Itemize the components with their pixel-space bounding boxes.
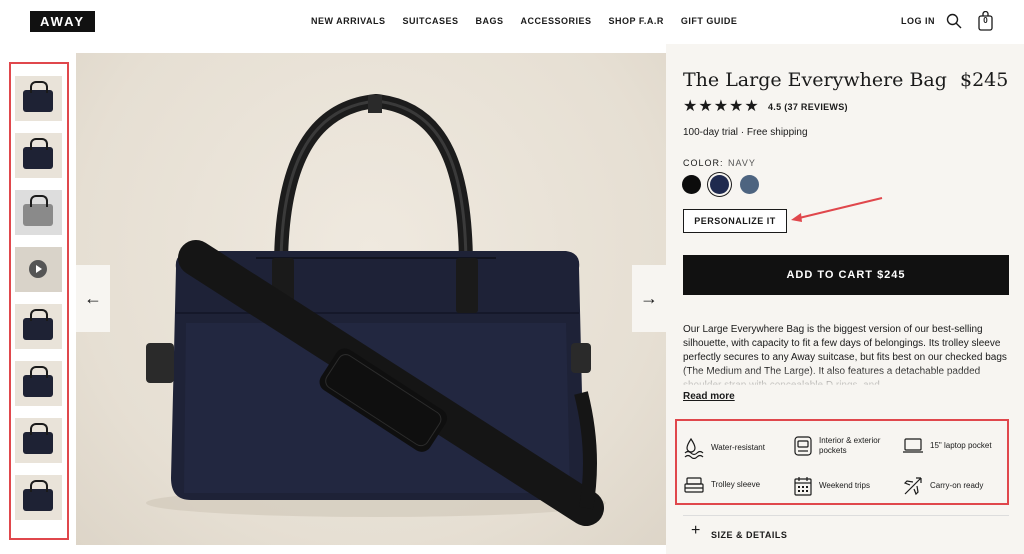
trial-shipping-text: 100-day trial · Free shipping [683,127,808,138]
size-details-label: SIZE & DETAILS [711,530,788,540]
site-header: AWAY NEW ARRIVALS SUITCASES BAGS ACCESSO… [0,0,1024,44]
color-value: NAVY [728,158,756,168]
thumbnail-on-suitcase[interactable] [15,361,62,406]
feature-label: 15" laptop pocket [930,441,992,450]
search-icon[interactable] [946,13,962,29]
bag-image [23,195,53,226]
calendar-icon [794,477,812,496]
color-label: COLOR: [683,158,724,168]
star-icon: ★ [729,98,744,115]
reviews-link[interactable]: 4.5 (37 REVIEWS) [768,102,848,112]
feature-carry-on: Carry-on ready [902,475,1010,497]
thumbnail-navy-front[interactable] [15,76,62,121]
plus-icon: + [691,522,701,539]
play-icon [29,260,47,278]
nav-gift-guide[interactable]: GIFT GUIDE [681,16,738,26]
feature-label: Carry-on ready [930,481,984,490]
read-more-link[interactable]: Read more [683,391,735,402]
feature-label: Water-resistant [711,443,765,452]
star-icon: ★ [698,98,713,115]
bag-image [23,309,53,340]
thumbnail-strap[interactable] [15,418,62,463]
rating-stars[interactable]: ★ ★ ★ ★ ★ [683,99,759,115]
pockets-icon [794,436,812,456]
swatch-slate[interactable] [740,175,759,194]
nav-accessories[interactable]: ACCESSORIES [521,16,592,26]
airplane-icon [903,477,922,496]
trolley-sleeve-icon [684,477,704,493]
thumbnail-lifestyle[interactable] [15,475,62,520]
arrow-right-icon: → [640,288,658,308]
laptop-icon [903,438,923,453]
nav-bags[interactable]: BAGS [476,16,504,26]
main-nav: NEW ARRIVALS SUITCASES BAGS ACCESSORIES … [311,16,754,26]
feature-label: Interior & exterior pockets [819,436,881,455]
next-image-button[interactable]: → [632,265,666,332]
annotation-arrow-icon [791,197,883,222]
thumbnail-interior[interactable] [15,190,62,235]
feature-laptop: 15" laptop pocket [902,437,1010,455]
swatch-black[interactable] [682,175,701,194]
arrow-left-icon: ← [84,288,102,308]
product-title: The Large Everywhere Bag [683,69,947,91]
product-price: $245 [960,69,1009,91]
bag-image [23,81,53,112]
cart-count: 0 [983,16,988,25]
feature-label: Weekend trips [819,481,870,490]
add-to-cart-button[interactable]: ADD TO CART $245 [683,255,1009,295]
bag-image [23,423,53,454]
features-box: Water-resistant Interior & exterior pock… [675,419,1009,505]
star-icon: ★ [683,98,698,115]
thumbnail-navy-angle[interactable] [15,133,62,178]
swatch-navy[interactable] [710,175,729,194]
feature-trolley-sleeve: Trolley sleeve [683,475,791,495]
feature-water-resistant: Water-resistant [683,437,791,459]
thumbnail-video[interactable] [15,247,62,292]
bag-image [23,366,53,397]
feature-label: Trolley sleeve [711,480,761,489]
water-drop-icon [684,437,704,459]
bag-illustration [146,93,606,526]
nav-new-arrivals[interactable]: NEW ARRIVALS [311,16,386,26]
login-link[interactable]: LOG IN [901,16,935,26]
thumbnail-rail [9,62,69,540]
bag-image [23,138,53,169]
personalize-button[interactable]: PERSONALIZE IT [683,209,787,233]
nav-suitcases[interactable]: SUITCASES [403,16,459,26]
prev-image-button[interactable]: ← [76,265,110,332]
description-fade [683,368,1013,388]
feature-pockets: Interior & exterior pockets [793,435,899,457]
nav-shop-far[interactable]: SHOP F.A.R [609,16,664,26]
star-icon: ★ [744,98,759,115]
star-icon: ★ [713,98,729,115]
feature-weekend-trips: Weekend trips [793,475,899,497]
bag-image [23,480,53,511]
thumbnail-navy-side[interactable] [15,304,62,349]
size-details-accordion[interactable]: + SIZE & DETAILS [683,515,1009,545]
product-hero-image: ← → [76,53,666,545]
away-logo[interactable]: AWAY [30,11,95,32]
